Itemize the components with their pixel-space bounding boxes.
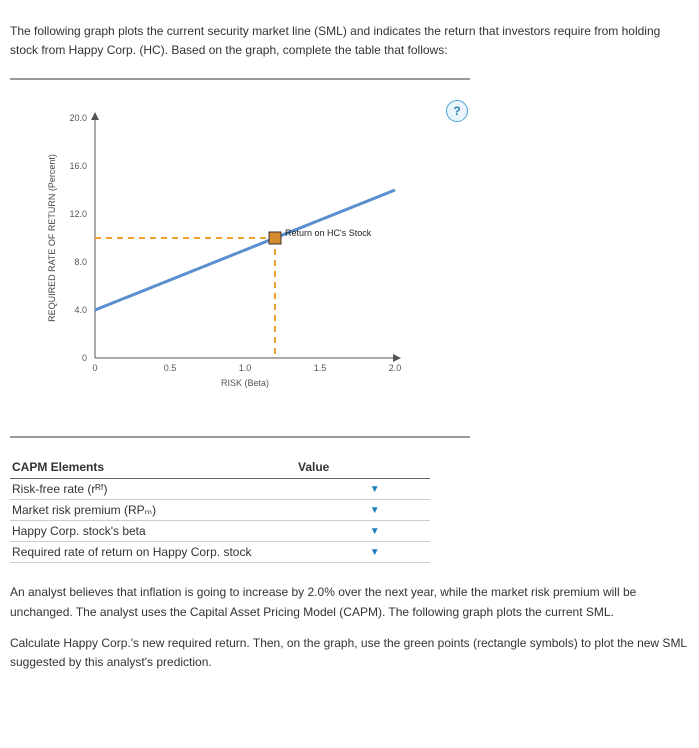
- capm-element-label: Required rate of return on Happy Corp. s…: [10, 542, 296, 563]
- divider-top: [10, 78, 470, 80]
- capm-element-label: Market risk premium (RPₘ): [10, 500, 296, 521]
- svg-text:12.0: 12.0: [69, 209, 87, 219]
- table-row: Risk-free rate (rᴿᶠ) ▼: [10, 479, 430, 500]
- svg-text:4.0: 4.0: [74, 305, 87, 315]
- value-dropdown[interactable]: ▼: [340, 482, 385, 496]
- sml-line: [95, 190, 395, 310]
- table-row: Happy Corp. stock's beta ▼: [10, 521, 430, 542]
- dropdown-value: [346, 482, 359, 496]
- capm-table: CAPM Elements Value Risk-free rate (rᴿᶠ)…: [10, 456, 430, 563]
- y-axis-label: REQUIRED RATE OF RETURN (Percent): [47, 154, 57, 322]
- value-dropdown[interactable]: ▼: [340, 524, 385, 538]
- analyst-paragraph-1: An analyst believes that inflation is go…: [10, 583, 689, 621]
- svg-text:0: 0: [82, 353, 87, 363]
- sml-chart: 0 4.0 8.0 12.0 16.0 20.0 0 0.5 1.0 1.5 2…: [35, 98, 415, 398]
- value-dropdown[interactable]: ▼: [340, 545, 385, 559]
- svg-text:0.5: 0.5: [164, 363, 177, 373]
- svg-text:1.5: 1.5: [314, 363, 327, 373]
- chevron-down-icon: ▼: [370, 526, 380, 537]
- hc-point-label: Return on HC's Stock: [285, 228, 372, 238]
- svg-text:16.0: 16.0: [69, 161, 87, 171]
- table-row: Required rate of return on Happy Corp. s…: [10, 542, 430, 563]
- svg-text:2.0: 2.0: [389, 363, 402, 373]
- intro-paragraph: The following graph plots the current se…: [10, 22, 689, 60]
- x-axis-label: RISK (Beta): [221, 378, 269, 388]
- svg-text:1.0: 1.0: [239, 363, 252, 373]
- svg-text:20.0: 20.0: [69, 113, 87, 123]
- chart-panel: ? 0 4.0 8.0 12.0 16.0 20.0 0 0: [10, 98, 470, 418]
- table-row: Market risk premium (RPₘ) ▼: [10, 500, 430, 521]
- svg-text:8.0: 8.0: [74, 257, 87, 267]
- col-value-header: Value: [296, 456, 430, 479]
- chevron-down-icon: ▼: [370, 547, 380, 558]
- chevron-down-icon: ▼: [370, 505, 380, 516]
- capm-element-label: Risk-free rate (rᴿᶠ): [10, 479, 296, 500]
- help-icon[interactable]: ?: [446, 100, 468, 122]
- value-dropdown[interactable]: ▼: [340, 503, 385, 517]
- chevron-down-icon: ▼: [370, 484, 380, 495]
- capm-element-label: Happy Corp. stock's beta: [10, 521, 296, 542]
- divider-bottom: [10, 436, 470, 438]
- dropdown-value: [346, 524, 359, 538]
- hc-point-marker[interactable]: [269, 232, 281, 244]
- col-elements-header: CAPM Elements: [10, 456, 296, 479]
- analyst-paragraph-2: Calculate Happy Corp.'s new required ret…: [10, 634, 689, 672]
- svg-text:0: 0: [92, 363, 97, 373]
- dropdown-value: [346, 545, 359, 559]
- dropdown-value: [346, 503, 359, 517]
